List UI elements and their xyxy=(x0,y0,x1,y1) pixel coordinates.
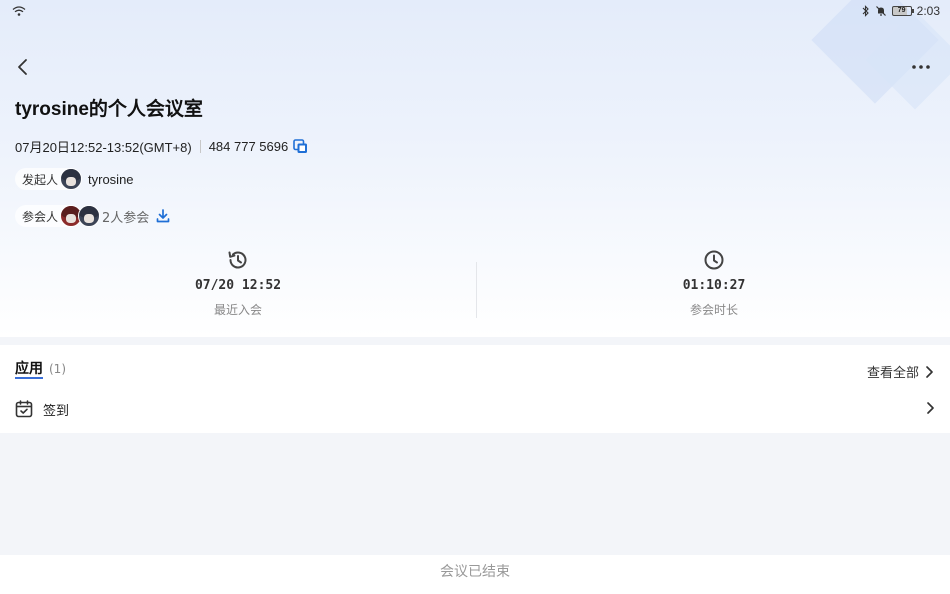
host-name: tyrosine xyxy=(88,171,134,187)
battery-indicator: 79 xyxy=(891,6,914,16)
apps-count: (1) xyxy=(49,362,66,376)
divider xyxy=(199,140,201,153)
apps-section: 应用 (1) 查看全部 签到 xyxy=(0,345,950,433)
host-row: 发起人 tyrosine xyxy=(15,168,134,190)
stat-value: 07/20 12:52 xyxy=(194,278,282,293)
stat-label: 参会时长 xyxy=(689,303,738,317)
meeting-ended-bar: 会议已结束 xyxy=(0,555,950,594)
status-indicators: 79 2:03 xyxy=(862,4,940,18)
app-item-checkin[interactable]: 签到 xyxy=(15,397,935,421)
stat-duration: 01:10:27 参会时长 xyxy=(564,248,864,318)
clock: 2:03 xyxy=(916,4,940,18)
host-avatar xyxy=(60,168,83,190)
view-all-label: 查看全部 xyxy=(866,366,919,381)
participants-count: 2人参会 xyxy=(102,210,150,226)
apps-title: 应用 xyxy=(15,361,43,379)
meeting-stats: 07/20 12:52 最近入会 01:10:27 参会时长 xyxy=(0,248,950,328)
chevron-left-icon xyxy=(18,59,27,75)
stat-value: 01:10:27 xyxy=(682,278,746,293)
bluetooth-icon xyxy=(862,5,869,17)
copy-icon[interactable] xyxy=(293,139,308,154)
divider xyxy=(476,262,477,318)
stat-last-join: 07/20 12:52 最近入会 xyxy=(88,248,388,318)
wifi-icon xyxy=(12,6,26,16)
meeting-header-area: 79 2:03 tyrosine的个人会议室 07月20日12:52-13:52… xyxy=(0,0,950,337)
more-dots-icon xyxy=(912,65,930,69)
view-all-button[interactable]: 查看全部 xyxy=(867,362,934,381)
clock-icon xyxy=(704,250,724,270)
back-button[interactable] xyxy=(12,56,34,78)
participant-avatar xyxy=(78,205,101,227)
meeting-time-row: 07月20日12:52-13:52(GMT+8) 484 777 5696 xyxy=(15,137,308,156)
chevron-right-icon xyxy=(927,402,934,414)
more-options-button[interactable] xyxy=(910,58,932,76)
download-icon[interactable] xyxy=(156,209,170,223)
calendar-check-icon xyxy=(15,400,33,418)
meeting-status-text: 会议已结束 xyxy=(440,564,510,580)
meeting-title: tyrosine的个人会议室 xyxy=(15,99,203,120)
meeting-id: 484 777 5696 xyxy=(208,139,289,154)
history-icon xyxy=(228,251,247,269)
stat-label: 最近入会 xyxy=(213,303,262,317)
apps-header: 应用 (1) xyxy=(15,362,66,379)
participants-row[interactable]: 参会人 2人参会 xyxy=(15,205,170,227)
mute-bell-icon xyxy=(875,6,886,16)
meeting-time-range: 07月20日12:52-13:52(GMT+8) xyxy=(15,140,192,155)
app-item-label: 签到 xyxy=(43,403,70,419)
chevron-right-icon xyxy=(926,365,933,378)
status-bar: 79 2:03 xyxy=(0,0,950,24)
